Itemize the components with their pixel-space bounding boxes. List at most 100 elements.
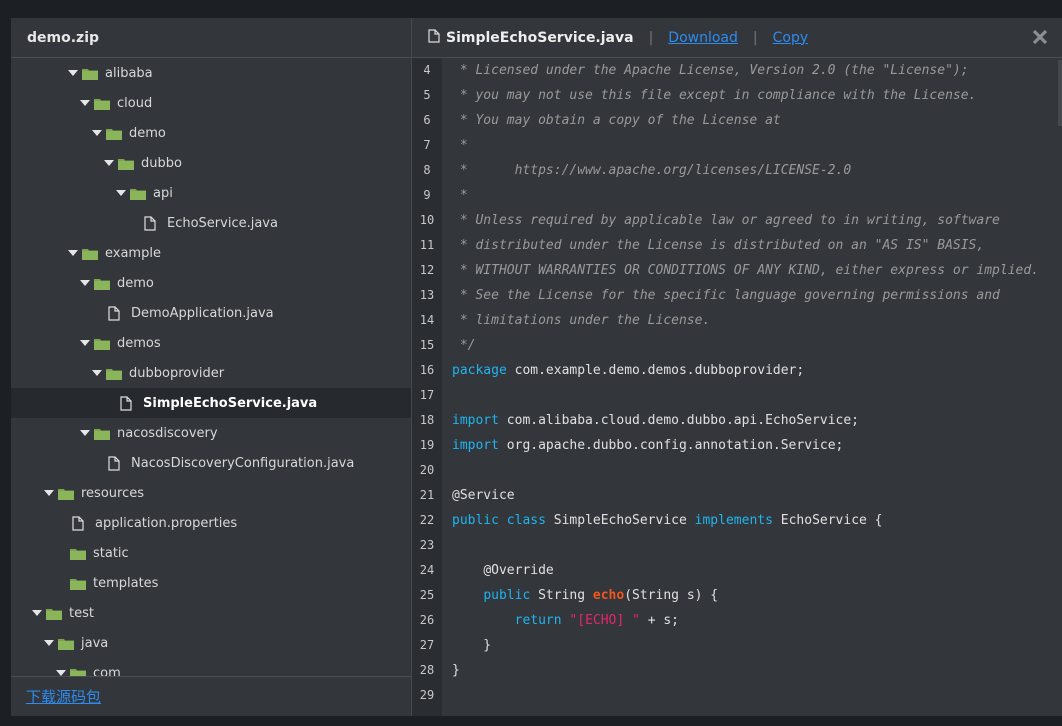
code-text: * you may not use this file except in co… xyxy=(442,88,977,103)
tree-item-label: NacosDiscoveryConfiguration.java xyxy=(131,455,355,471)
code-token: @Override xyxy=(483,563,554,578)
code-token: com.example.demo.demos.dubboprovider; xyxy=(506,363,805,378)
code-line: 24 @Override xyxy=(412,558,1062,583)
code-text: * limitations under the License. xyxy=(442,313,710,328)
tree-item-label: demos xyxy=(117,335,161,351)
code-token: * distributed under the License is distr… xyxy=(452,238,985,253)
tree-folder-item[interactable]: api xyxy=(11,178,411,208)
tree-folder-item[interactable]: templates xyxy=(11,568,411,598)
expand-arrow-icon[interactable] xyxy=(104,160,118,166)
tree-file-item[interactable]: EchoService.java xyxy=(11,208,411,238)
copy-link[interactable]: Copy xyxy=(773,30,809,46)
separator: | xyxy=(752,29,758,46)
line-number: 29 xyxy=(412,683,442,708)
code-text: } xyxy=(442,663,460,678)
expand-arrow-icon[interactable] xyxy=(68,70,82,76)
line-number: 25 xyxy=(412,583,442,608)
folder-icon xyxy=(94,337,114,350)
download-source-link[interactable]: 下载源码包 xyxy=(26,686,101,707)
expand-arrow-icon[interactable] xyxy=(80,430,94,436)
code-token: } xyxy=(452,638,492,653)
tree-item-label: demo xyxy=(117,275,154,291)
code-token: */ xyxy=(452,338,476,353)
code-token: SimpleEchoService xyxy=(545,513,695,528)
expand-arrow-icon[interactable] xyxy=(80,340,94,346)
tree-folder-item[interactable]: com xyxy=(11,658,411,676)
code-text: * Unless required by applicable law or a… xyxy=(442,213,1000,228)
code-token: "[ECHO] " xyxy=(569,613,640,628)
tree-item-label: templates xyxy=(93,575,159,591)
expand-arrow-icon[interactable] xyxy=(92,370,106,376)
code-token: * You may obtain a copy of the License a… xyxy=(452,113,781,128)
line-number: 24 xyxy=(412,558,442,583)
code-line: 6 * You may obtain a copy of the License… xyxy=(412,108,1062,133)
tree-item-label: DemoApplication.java xyxy=(131,305,274,321)
code-token: * https://www.apache.org/licenses/LICENS… xyxy=(452,163,852,178)
code-line: 28} xyxy=(412,658,1062,683)
folder-icon xyxy=(70,547,90,560)
code-text: package com.example.demo.demos.dubboprov… xyxy=(442,363,804,378)
expand-arrow-icon[interactable] xyxy=(44,640,58,646)
code-area[interactable]: 4 * Licensed under the Apache License, V… xyxy=(412,58,1062,716)
code-line: 12 * WITHOUT WARRANTIES OR CONDITIONS OF… xyxy=(412,258,1062,283)
tree-folder-item[interactable]: test xyxy=(11,598,411,628)
code-token: return xyxy=(514,613,562,628)
expand-arrow-icon[interactable] xyxy=(92,130,106,136)
tree-footer: 下载源码包 xyxy=(11,676,411,716)
code-line: 11 * distributed under the License is di… xyxy=(412,233,1062,258)
line-number: 5 xyxy=(412,83,442,108)
close-icon[interactable] xyxy=(1032,29,1048,49)
tree-item-label: nacosdiscovery xyxy=(117,425,218,441)
expand-arrow-icon[interactable] xyxy=(80,280,94,286)
tree-folder-item[interactable]: dubbo xyxy=(11,148,411,178)
tree-folder-item[interactable]: demo xyxy=(11,118,411,148)
tree-folder-item[interactable]: example xyxy=(11,238,411,268)
code-text: * You may obtain a copy of the License a… xyxy=(442,113,781,128)
code-line: 13 * See the License for the specific la… xyxy=(412,283,1062,308)
tree-folder-item[interactable]: java xyxy=(11,628,411,658)
tree-folder-item[interactable]: static xyxy=(11,538,411,568)
folder-icon xyxy=(106,367,126,380)
code-token: * Licensed under the Apache License, Ver… xyxy=(452,63,969,78)
tree-folder-item[interactable]: alibaba xyxy=(11,58,411,88)
folder-icon xyxy=(82,67,102,80)
code-line: 23 xyxy=(412,533,1062,558)
code-text: @Override xyxy=(442,563,554,578)
file-tree[interactable]: alibaba cloud demo dubbo api EchoService.java… xyxy=(11,58,411,676)
tree-item-label: demo xyxy=(129,125,166,141)
expand-arrow-icon[interactable] xyxy=(44,490,58,496)
line-number: 16 xyxy=(412,358,442,383)
code-line: 25 public String echo(String s) { xyxy=(412,583,1062,608)
tree-file-item[interactable]: application.properties xyxy=(11,508,411,538)
tree-folder-item[interactable]: resources xyxy=(11,478,411,508)
line-number: 9 xyxy=(412,183,442,208)
tree-file-item[interactable]: SimpleEchoService.java xyxy=(11,388,411,418)
tree-folder-item[interactable]: nacosdiscovery xyxy=(11,418,411,448)
tree-folder-item[interactable]: demo xyxy=(11,268,411,298)
expand-arrow-icon[interactable] xyxy=(32,610,46,616)
expand-arrow-icon[interactable] xyxy=(68,250,82,256)
code-line: 21 @Service xyxy=(412,483,1062,508)
code-token: echo xyxy=(592,588,625,603)
expand-arrow-icon[interactable] xyxy=(80,100,94,106)
tree-item-label: java xyxy=(81,635,109,651)
code-viewer-panel: SimpleEchoService.java | Download | Copy… xyxy=(412,18,1062,716)
tree-folder-item[interactable]: cloud xyxy=(11,88,411,118)
folder-icon xyxy=(106,127,126,140)
scrollbar[interactable] xyxy=(1058,60,1062,126)
download-link[interactable]: Download xyxy=(668,30,738,46)
code-line: 14 * limitations under the License. xyxy=(412,308,1062,333)
tree-item-label: SimpleEchoService.java xyxy=(143,395,318,411)
folder-icon xyxy=(118,157,138,170)
line-number: 22 xyxy=(412,508,442,533)
code-token: * See the License for the specific langu… xyxy=(452,288,1000,303)
expand-arrow-icon[interactable] xyxy=(116,190,130,196)
line-number: 11 xyxy=(412,233,442,258)
tree-folder-item[interactable]: demos xyxy=(11,328,411,358)
tree-file-item[interactable]: DemoApplication.java xyxy=(11,298,411,328)
tree-folder-item[interactable]: dubboprovider xyxy=(11,358,411,388)
tree-file-item[interactable]: NacosDiscoveryConfiguration.java xyxy=(11,448,411,478)
code-token: * you may not use this file except in co… xyxy=(452,88,977,103)
